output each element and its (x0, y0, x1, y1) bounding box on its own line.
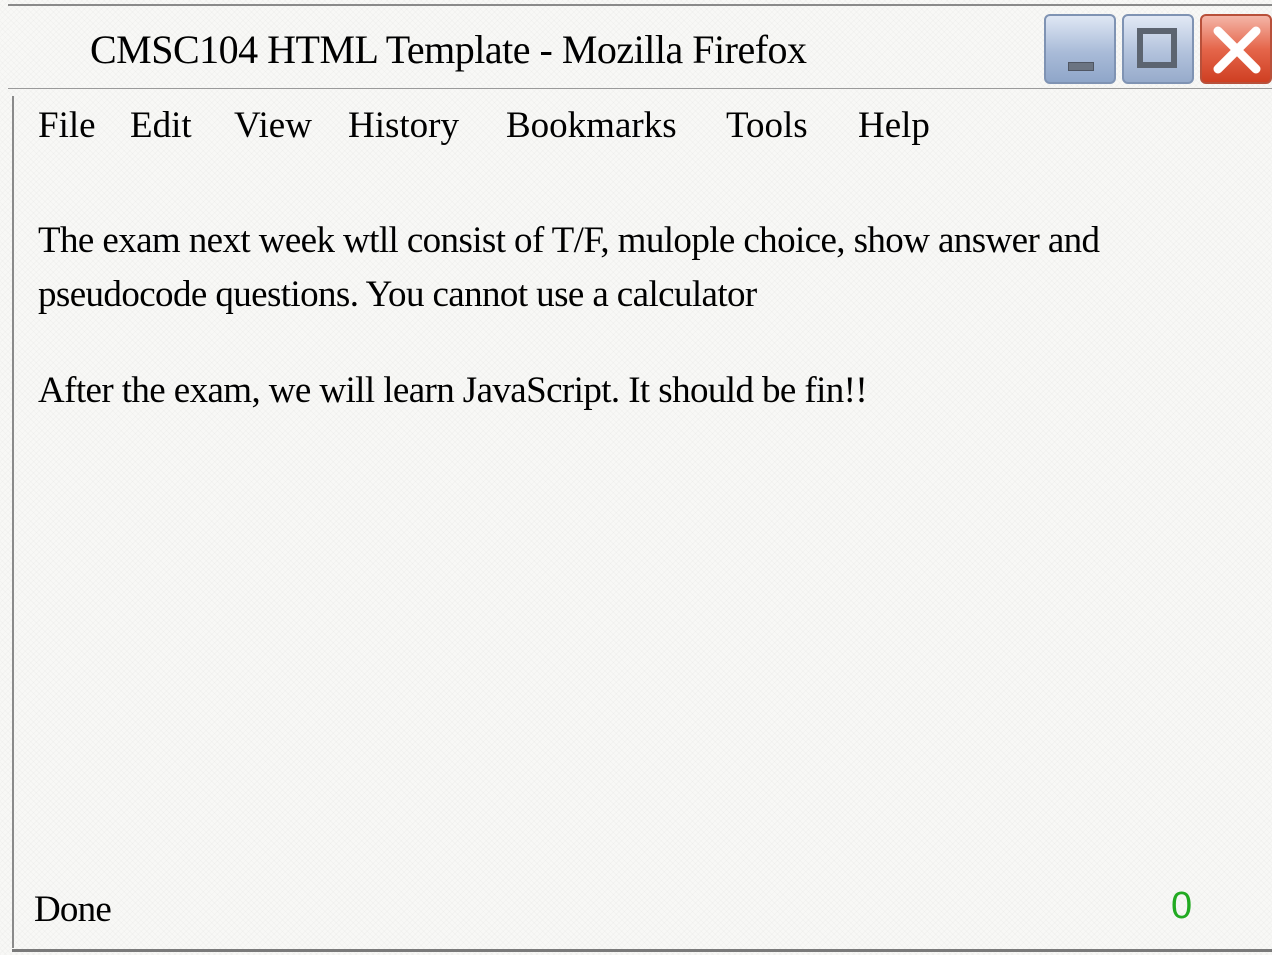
menu-tools[interactable]: Tools (726, 104, 808, 148)
menu-view[interactable]: View (234, 104, 312, 148)
status-counter: 0 (1171, 885, 1193, 927)
window-left-border (12, 96, 14, 948)
close-icon (1213, 26, 1261, 74)
menu-help[interactable]: Help (858, 104, 930, 148)
browser-window: CMSC104 HTML Template - Mozilla Firefox … (0, 0, 1272, 955)
menu-file[interactable]: File (38, 104, 96, 148)
minimize-button[interactable] (1044, 14, 1116, 84)
status-text: Done (34, 889, 112, 930)
exam-paragraph: The exam next week wtll consist of T/F, … (38, 220, 1100, 315)
minimize-icon (1068, 62, 1094, 71)
menu-bookmarks[interactable]: Bookmarks (506, 104, 677, 148)
menu-history[interactable]: History (348, 104, 459, 148)
maximize-button[interactable] (1122, 14, 1194, 84)
window-title: CMSC104 HTML Template - Mozilla Firefox (90, 27, 807, 72)
title-bar-divider (8, 88, 1272, 89)
page-content: The exam next week wtll consist of T/F, … (38, 214, 1248, 418)
javascript-paragraph: After the exam, we will learn JavaScript… (38, 370, 868, 411)
window-bottom-border (12, 949, 1272, 952)
close-button[interactable] (1200, 14, 1272, 84)
menu-edit[interactable]: Edit (130, 104, 192, 148)
maximize-icon (1137, 28, 1177, 68)
title-bar[interactable]: CMSC104 HTML Template - Mozilla Firefox (0, 6, 1272, 88)
